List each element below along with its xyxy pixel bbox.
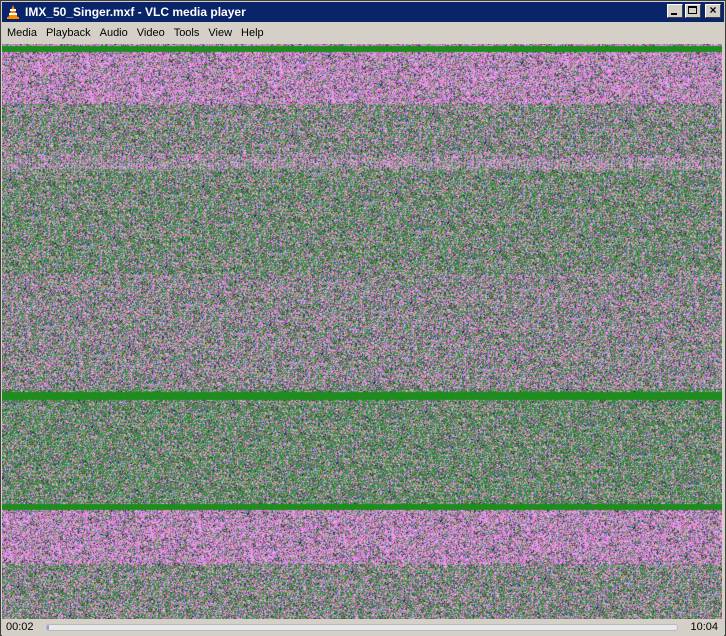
title-buttons: × — [667, 3, 721, 18]
video-frame — [2, 44, 722, 619]
status-bar: 00:02 10:04 — [2, 620, 724, 636]
menu-tools[interactable]: Tools — [169, 23, 204, 43]
window-title: IMX_50_Singer.mxf - VLC media player — [25, 5, 246, 19]
menu-view[interactable]: View — [203, 23, 236, 43]
elapsed-time: 00:02 — [6, 621, 34, 633]
minimize-icon — [671, 13, 677, 15]
maximize-button[interactable] — [685, 4, 701, 18]
menu-bar: Media Playback Audio Video Tools View He… — [2, 23, 724, 43]
close-button[interactable]: × — [705, 3, 721, 18]
menu-video[interactable]: Video — [132, 23, 169, 43]
seek-progress — [47, 625, 49, 630]
vlc-cone-icon — [5, 4, 21, 20]
close-icon: × — [709, 3, 717, 17]
menu-playback[interactable]: Playback — [41, 23, 95, 43]
video-display[interactable] — [2, 44, 722, 619]
menu-help[interactable]: Help — [236, 23, 268, 43]
total-time: 10:04 — [690, 621, 718, 633]
maximize-icon — [688, 6, 697, 14]
menu-audio[interactable]: Audio — [95, 23, 132, 43]
menu-media[interactable]: Media — [2, 23, 41, 43]
seek-bar[interactable] — [46, 624, 678, 631]
title-bar[interactable]: IMX_50_Singer.mxf - VLC media player × — [2, 2, 724, 22]
minimize-button[interactable] — [667, 4, 683, 18]
vlc-window: IMX_50_Singer.mxf - VLC media player × M… — [0, 0, 726, 636]
